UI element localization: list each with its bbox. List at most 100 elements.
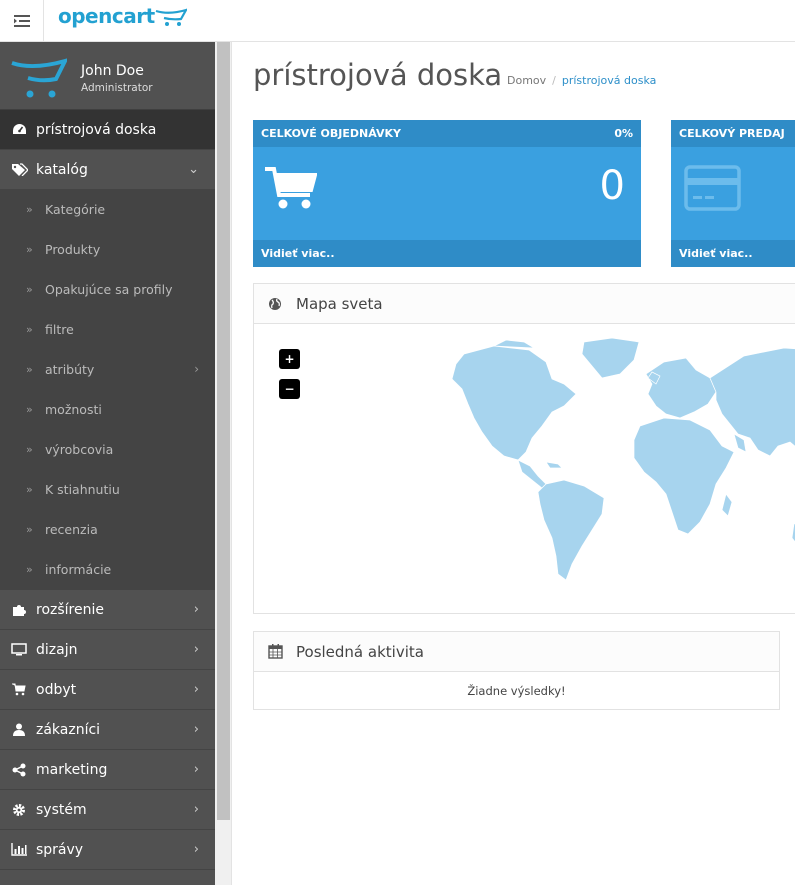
sidebar-item-reports[interactable]: správy › (0, 830, 215, 870)
sidebar-subitem-products[interactable]: » Produkty (0, 230, 215, 270)
shopping-cart-icon (265, 167, 317, 209)
sidebar-item-label: dizajn (36, 641, 78, 658)
recent-activity-panel: Posledná aktivita Žiadne výsledky! (253, 631, 780, 710)
sidebar-subitem-attributes[interactable]: » atribúty › (0, 350, 215, 390)
sidebar-subitem-label: možnosti (45, 402, 102, 417)
double-chevron-right-icon: » (26, 483, 33, 496)
sidebar-subitem-label: Produkty (45, 242, 101, 257)
sidebar-subitem-label: Kategórie (45, 202, 106, 217)
sidebar-item-sales[interactable]: odbyt › (0, 670, 215, 710)
sidebar-subitem-downloads[interactable]: » K stiahnutiu (0, 470, 215, 510)
tile-header: CELKOVÉ OBJEDNÁVKY 0% (253, 120, 641, 147)
tile-title: CELKOVÉ OBJEDNÁVKY (261, 127, 401, 140)
top-header: opencart (0, 0, 795, 42)
main-content: prístrojová doska Domov / prístrojová do… (232, 42, 795, 885)
double-chevron-right-icon: » (26, 363, 33, 376)
menu-indent-icon (13, 14, 30, 27)
tile-view-more-link[interactable]: Vidieť viac.. (253, 240, 641, 267)
tile-header: CELKOVÝ PREDAJ (671, 120, 795, 147)
tile-view-more-link[interactable]: Vidieť viac.. (671, 240, 795, 267)
sidebar-subitem-categories[interactable]: » Kategórie (0, 190, 215, 230)
sidebar-subitem-recurring-profiles[interactable]: » Opakujúce sa profily (0, 270, 215, 310)
chevron-right-icon: › (193, 602, 199, 617)
sidebar-item-label: katalóg (36, 161, 88, 178)
sidebar-item-label: správy (36, 841, 84, 858)
double-chevron-right-icon: » (26, 403, 33, 416)
sidebar-subitem-label: filtre (45, 322, 74, 337)
user-profile[interactable]: John Doe Administrator (0, 42, 215, 110)
sidebar-subitem-options[interactable]: » možnosti (0, 390, 215, 430)
profile-role: Administrator (81, 82, 153, 94)
panel-header: Posledná aktivita (254, 632, 779, 672)
credit-card-icon (684, 165, 741, 211)
calendar-icon (268, 644, 284, 659)
monitor-icon (9, 643, 29, 656)
sidebar-subitem-label: atribúty (45, 362, 95, 377)
map-zoom-out-button[interactable]: − (279, 379, 300, 399)
total-orders-tile: CELKOVÉ OBJEDNÁVKY 0% 0 Vidieť viac.. (253, 120, 641, 267)
world-map-panel: Mapa sveta + − (253, 283, 795, 614)
sidebar-subitem-label: Opakujúce sa profily (45, 282, 173, 297)
bar-chart-icon (9, 843, 29, 856)
panel-header: Mapa sveta (254, 284, 795, 324)
total-sales-tile: CELKOVÝ PREDAJ Vidieť viac.. (671, 120, 795, 267)
map-zoom-in-button[interactable]: + (279, 349, 300, 369)
double-chevron-right-icon: » (26, 203, 33, 216)
sidebar-subitem-information[interactable]: » informácie (0, 550, 215, 590)
sidebar-scrollbar[interactable] (215, 42, 232, 885)
sidebar-item-catalog[interactable]: katalóg ⌄ (0, 150, 215, 190)
sidebar-subitem-filters[interactable]: » filtre (0, 310, 215, 350)
sidebar-item-system[interactable]: systém › (0, 790, 215, 830)
double-chevron-right-icon: » (26, 323, 33, 336)
chevron-right-icon: › (193, 682, 199, 697)
sidebar-item-label: odbyt (36, 681, 77, 698)
tile-title: CELKOVÝ PREDAJ (679, 127, 785, 140)
opencart-logo[interactable]: opencart (58, 4, 187, 28)
sidebar-item-customers[interactable]: zákazníci › (0, 710, 215, 750)
sidebar-item-label: systém (36, 801, 87, 818)
chevron-right-icon: › (193, 722, 199, 737)
tile-body (671, 147, 795, 240)
dashboard-icon (9, 123, 29, 136)
breadcrumb: Domov / prístrojová doska (507, 74, 656, 87)
share-icon (9, 763, 29, 777)
sidebar-item-label: zákazníci (36, 721, 101, 738)
sidebar-item-label: prístrojová doska (36, 121, 157, 138)
breadcrumb-current-link[interactable]: prístrojová doska (562, 74, 657, 87)
chevron-right-icon: › (193, 802, 199, 817)
breadcrumb-separator: / (552, 74, 556, 87)
sidebar-subitem-label: recenzia (45, 522, 98, 537)
empty-results-text: Žiadne výsledky! (467, 684, 566, 698)
sidebar-subitem-label: K stiahnutiu (45, 482, 120, 497)
panel-title: Posledná aktivita (296, 642, 424, 661)
world-map[interactable] (434, 334, 795, 594)
double-chevron-right-icon: » (26, 443, 33, 456)
chevron-right-icon: › (194, 362, 199, 376)
panel-title: Mapa sveta (296, 294, 383, 313)
gear-icon (9, 803, 29, 817)
breadcrumb-home-link[interactable]: Domov (507, 74, 546, 87)
globe-icon (268, 297, 284, 311)
double-chevron-right-icon: » (26, 243, 33, 256)
puzzle-icon (9, 603, 29, 617)
sidebar-subitem-label: výrobcovia (45, 442, 114, 457)
tile-value: 0 (599, 163, 625, 209)
sidebar-item-label: marketing (36, 761, 108, 778)
menu-toggle-button[interactable] (0, 0, 44, 41)
sidebar-item-design[interactable]: dizajn › (0, 630, 215, 670)
sidebar-item-marketing[interactable]: marketing › (0, 750, 215, 790)
user-icon (9, 723, 29, 736)
tile-body: 0 (253, 147, 641, 240)
cart-icon (9, 683, 29, 696)
chevron-down-icon: ⌄ (188, 162, 199, 177)
sidebar-subitem-manufacturers[interactable]: » výrobcovia (0, 430, 215, 470)
chevron-right-icon: › (193, 762, 199, 777)
scrollbar-thumb[interactable] (217, 42, 230, 820)
double-chevron-right-icon: » (26, 523, 33, 536)
sidebar-item-dashboard[interactable]: prístrojová doska (0, 110, 215, 150)
sidebar-subitem-reviews[interactable]: » recenzia (0, 510, 215, 550)
sidebar-item-extensions[interactable]: rozšírenie › (0, 590, 215, 630)
sidebar-subitem-label: informácie (45, 562, 112, 577)
sidebar: John Doe Administrator prístrojová doska… (0, 42, 215, 885)
tile-percent: 0% (614, 127, 633, 140)
